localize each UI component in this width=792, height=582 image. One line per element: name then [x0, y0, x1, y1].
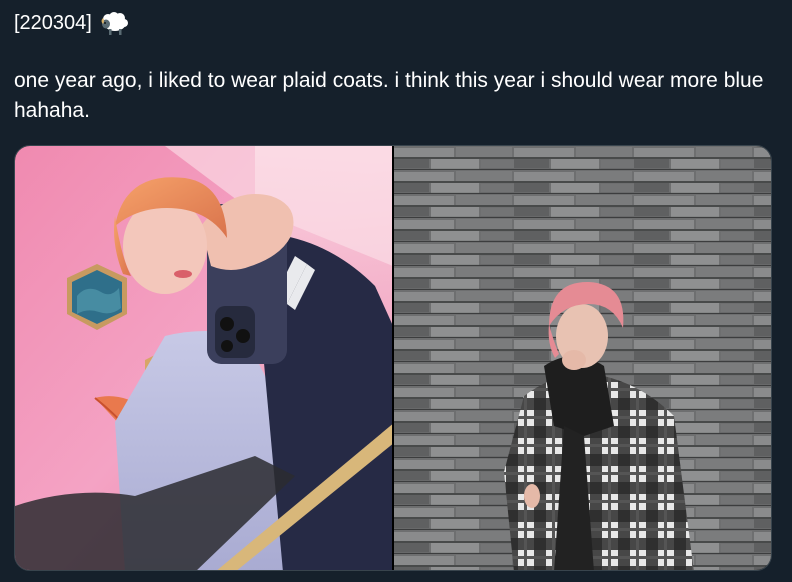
- stone-wall-photo[interactable]: [394, 146, 771, 570]
- mirror-selfie-photo[interactable]: [15, 146, 392, 570]
- tweet: [220304] one year ago, i liked to wear p…: [0, 0, 792, 582]
- media-grid[interactable]: [14, 145, 772, 571]
- sheep-icon: [100, 10, 128, 36]
- tweet-text: one year ago, i liked to wear plaid coat…: [14, 69, 764, 122]
- tweet-tag-line: [220304]: [14, 8, 128, 38]
- tweet-date-tag: [220304]: [14, 12, 92, 34]
